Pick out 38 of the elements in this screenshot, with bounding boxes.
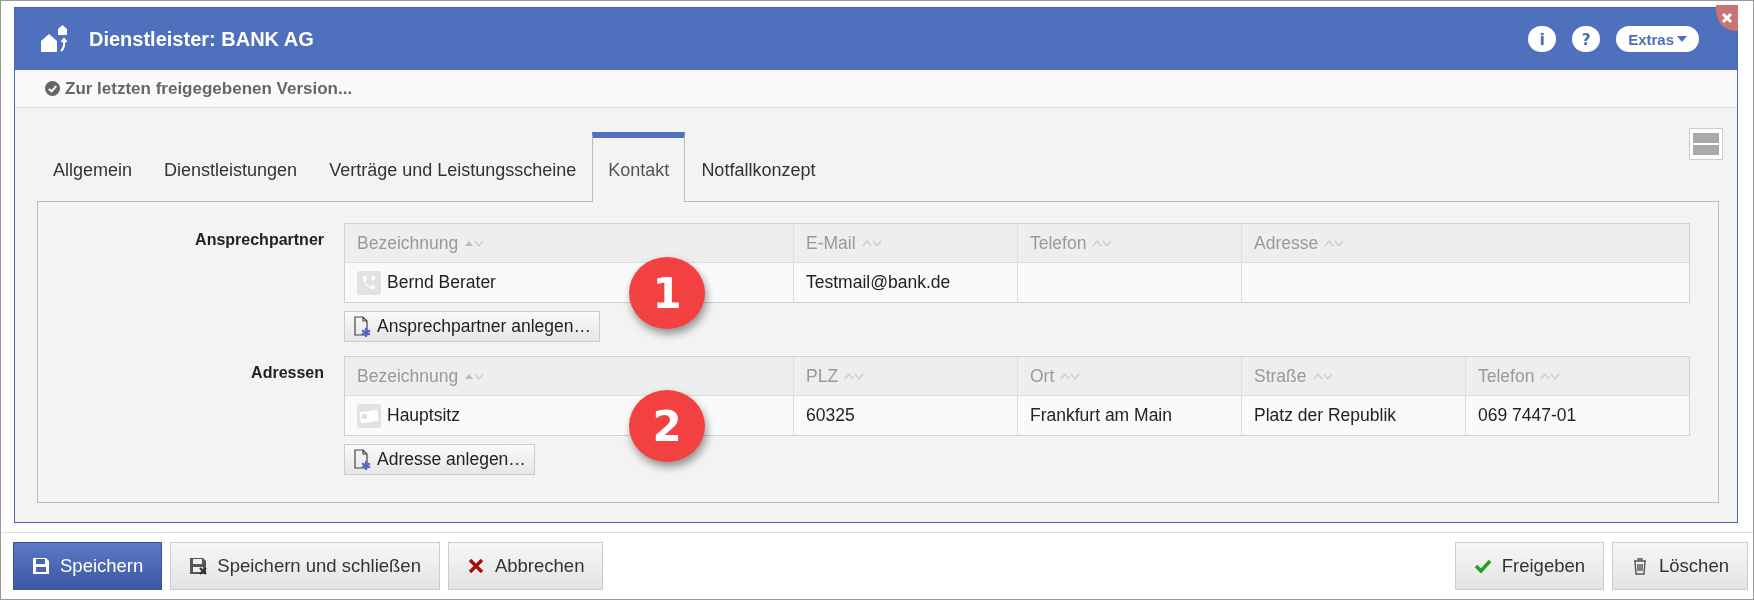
- phone-icon: [357, 270, 381, 295]
- caret-icon: [1677, 36, 1687, 42]
- footer-button[interactable]: Speichern und schließen: [170, 542, 440, 590]
- window-title: Dienstleister: BANK AG: [89, 27, 314, 51]
- add-button[interactable]: Ansprechpartner anlegen…: [344, 311, 601, 342]
- card-icon: [357, 403, 381, 428]
- tab[interactable]: Dienstleistungen: [148, 139, 314, 201]
- table-cell: Testmail@bank.de: [806, 272, 951, 293]
- section-label: Adressen: [250, 363, 325, 383]
- table-cell: Bernd Berater: [387, 272, 496, 293]
- table-cell: 60325: [806, 405, 855, 426]
- extras-button[interactable]: Extras: [1616, 26, 1699, 52]
- new-document-icon: [353, 448, 371, 471]
- checkmark-icon: [1473, 557, 1492, 575]
- callout-number: 1: [629, 257, 705, 329]
- layout-toggle-button[interactable]: [1689, 128, 1723, 160]
- cross-icon: [466, 557, 485, 575]
- footer-button[interactable]: Freigeben: [1454, 542, 1605, 590]
- footer-button[interactable]: Speichern: [13, 542, 163, 590]
- close-button[interactable]: [1716, 5, 1738, 31]
- tab[interactable]: Notfallkonzept: [685, 139, 832, 201]
- help-button[interactable]: ?: [1572, 26, 1601, 52]
- tab[interactable]: Allgemein: [37, 139, 149, 201]
- new-document-icon: [353, 315, 371, 338]
- add-button[interactable]: Adresse anlegen…: [344, 444, 535, 475]
- footer-button[interactable]: Löschen: [1612, 542, 1748, 590]
- tab[interactable]: Kontakt: [592, 132, 686, 202]
- footer-button[interactable]: Abbrechen: [447, 542, 604, 590]
- table-cell: 069 7447-01: [1478, 405, 1577, 426]
- version-link[interactable]: Zur letzten freigegebenen Version...: [45, 78, 353, 99]
- callout-number: 2: [629, 390, 705, 462]
- tab[interactable]: Verträge und Leistungsscheine: [313, 139, 593, 201]
- table-cell: Platz der Republik: [1254, 405, 1397, 426]
- info-button[interactable]: i: [1528, 26, 1557, 52]
- table-cell: Hauptsitz: [387, 405, 460, 426]
- check-circle-icon: [45, 81, 60, 96]
- table-cell: Frankfurt am Main: [1030, 405, 1172, 426]
- section-label: Ansprechpartner: [194, 230, 325, 250]
